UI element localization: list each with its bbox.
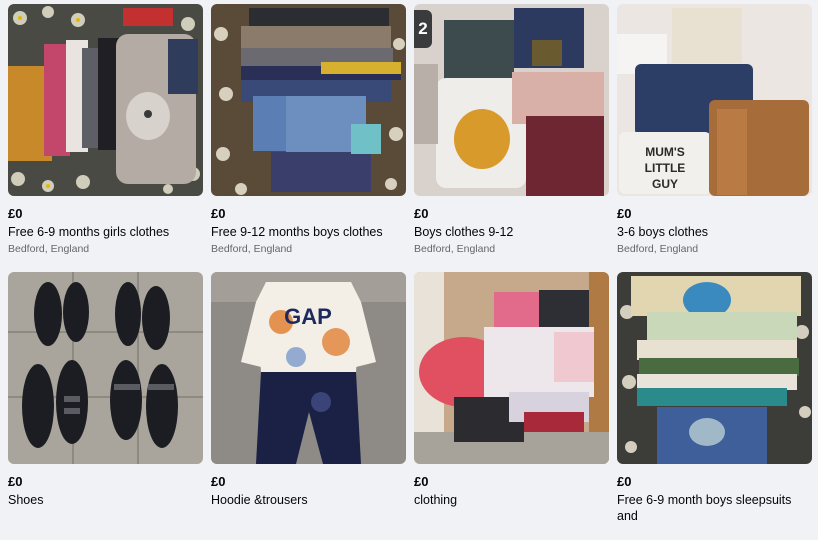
gap-logo-text: GAP xyxy=(284,304,332,329)
listing-price: £0 xyxy=(414,474,429,489)
listing-card[interactable]: £0 Shoes xyxy=(8,272,203,540)
marketplace-listing-grid: £0 Free 6-9 months girls clothes Bedford… xyxy=(8,4,813,540)
clothing-pile-photo xyxy=(414,272,609,464)
sleepsuits-pile-photo xyxy=(617,272,812,464)
hoodie-trousers-photo: GAP xyxy=(211,272,406,464)
listing-location: Bedford, England xyxy=(617,243,699,255)
listing-title: Boys clothes 9-12 xyxy=(414,225,514,239)
listing-photo[interactable]: GAP xyxy=(211,272,406,464)
photo-count-badge: 2 xyxy=(414,10,432,48)
listing-price: £0 xyxy=(617,206,632,221)
listing-title: Free 6-9 month boys sleepsuits and xyxy=(617,493,792,523)
svg-text:MUM'S: MUM'S xyxy=(645,145,685,159)
listing-card[interactable]: 2 £0 Boys clothes 9-12 Bedford, England xyxy=(414,4,609,272)
listing-card[interactable]: £0 Free 9-12 months boys clothes Bedford… xyxy=(211,4,406,272)
shoes-photo xyxy=(8,272,203,464)
listing-photo[interactable] xyxy=(8,4,203,196)
listing-card[interactable]: £0 Free 6-9 month boys sleepsuits and xyxy=(617,272,812,540)
listing-title: 3-6 boys clothes xyxy=(617,225,709,239)
listing-location: Bedford, England xyxy=(211,243,293,255)
clothes-pile-photo xyxy=(211,4,406,196)
listing-title: Free 6-9 months girls clothes xyxy=(8,225,170,239)
svg-text:GUY: GUY xyxy=(652,177,678,191)
listing-location: Bedford, England xyxy=(414,243,496,255)
listing-photo[interactable] xyxy=(8,272,203,464)
listing-price: £0 xyxy=(211,474,226,489)
listing-photo[interactable]: MUM'S LITTLE GUY xyxy=(617,4,812,196)
listing-photo[interactable] xyxy=(414,272,609,464)
listing-photo[interactable]: 2 xyxy=(414,4,609,196)
listing-price: £0 xyxy=(617,474,632,489)
listing-photo[interactable] xyxy=(211,4,406,196)
clothes-pile-photo: MUM'S LITTLE GUY xyxy=(617,4,812,196)
listing-card[interactable]: MUM'S LITTLE GUY £0 3-6 boys clothes Bed… xyxy=(617,4,812,272)
listing-title: Free 9-12 months boys clothes xyxy=(211,225,383,239)
listing-price: £0 xyxy=(8,474,23,489)
listing-title: Hoodie &trousers xyxy=(211,493,308,507)
listing-photo[interactable] xyxy=(617,272,812,464)
listing-title: Shoes xyxy=(8,493,44,507)
clothes-pile-photo xyxy=(414,4,609,196)
listing-price: £0 xyxy=(211,206,226,221)
svg-text:LITTLE: LITTLE xyxy=(645,161,686,175)
listing-card[interactable]: £0 Free 6-9 months girls clothes Bedford… xyxy=(8,4,203,272)
listing-price: £0 xyxy=(414,206,429,221)
listing-title: clothing xyxy=(414,493,458,507)
listing-price: £0 xyxy=(8,206,23,221)
listing-card[interactable]: GAP £0 Hoodie &trousers xyxy=(211,272,406,540)
clothes-pile-photo xyxy=(8,4,203,196)
listing-card[interactable]: £0 clothing xyxy=(414,272,609,540)
listing-location: Bedford, England xyxy=(8,243,90,255)
